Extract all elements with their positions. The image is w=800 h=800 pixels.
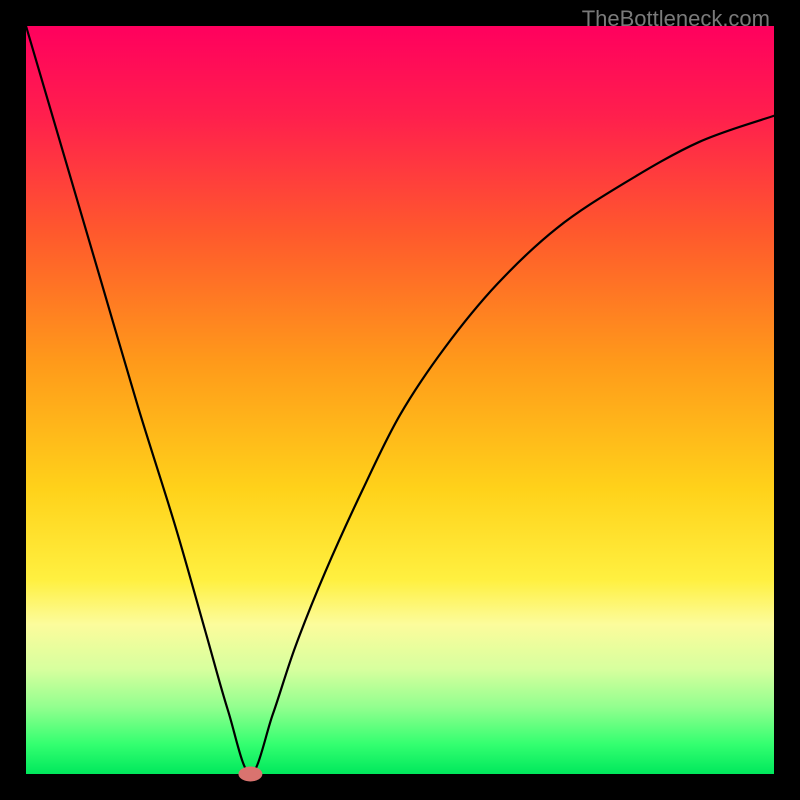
plot-area	[26, 26, 774, 774]
optimal-point-marker	[238, 767, 262, 782]
bottleneck-curve	[26, 26, 774, 774]
bottleneck-chart	[26, 26, 774, 774]
watermark-label: TheBottleneck.com	[582, 6, 770, 32]
